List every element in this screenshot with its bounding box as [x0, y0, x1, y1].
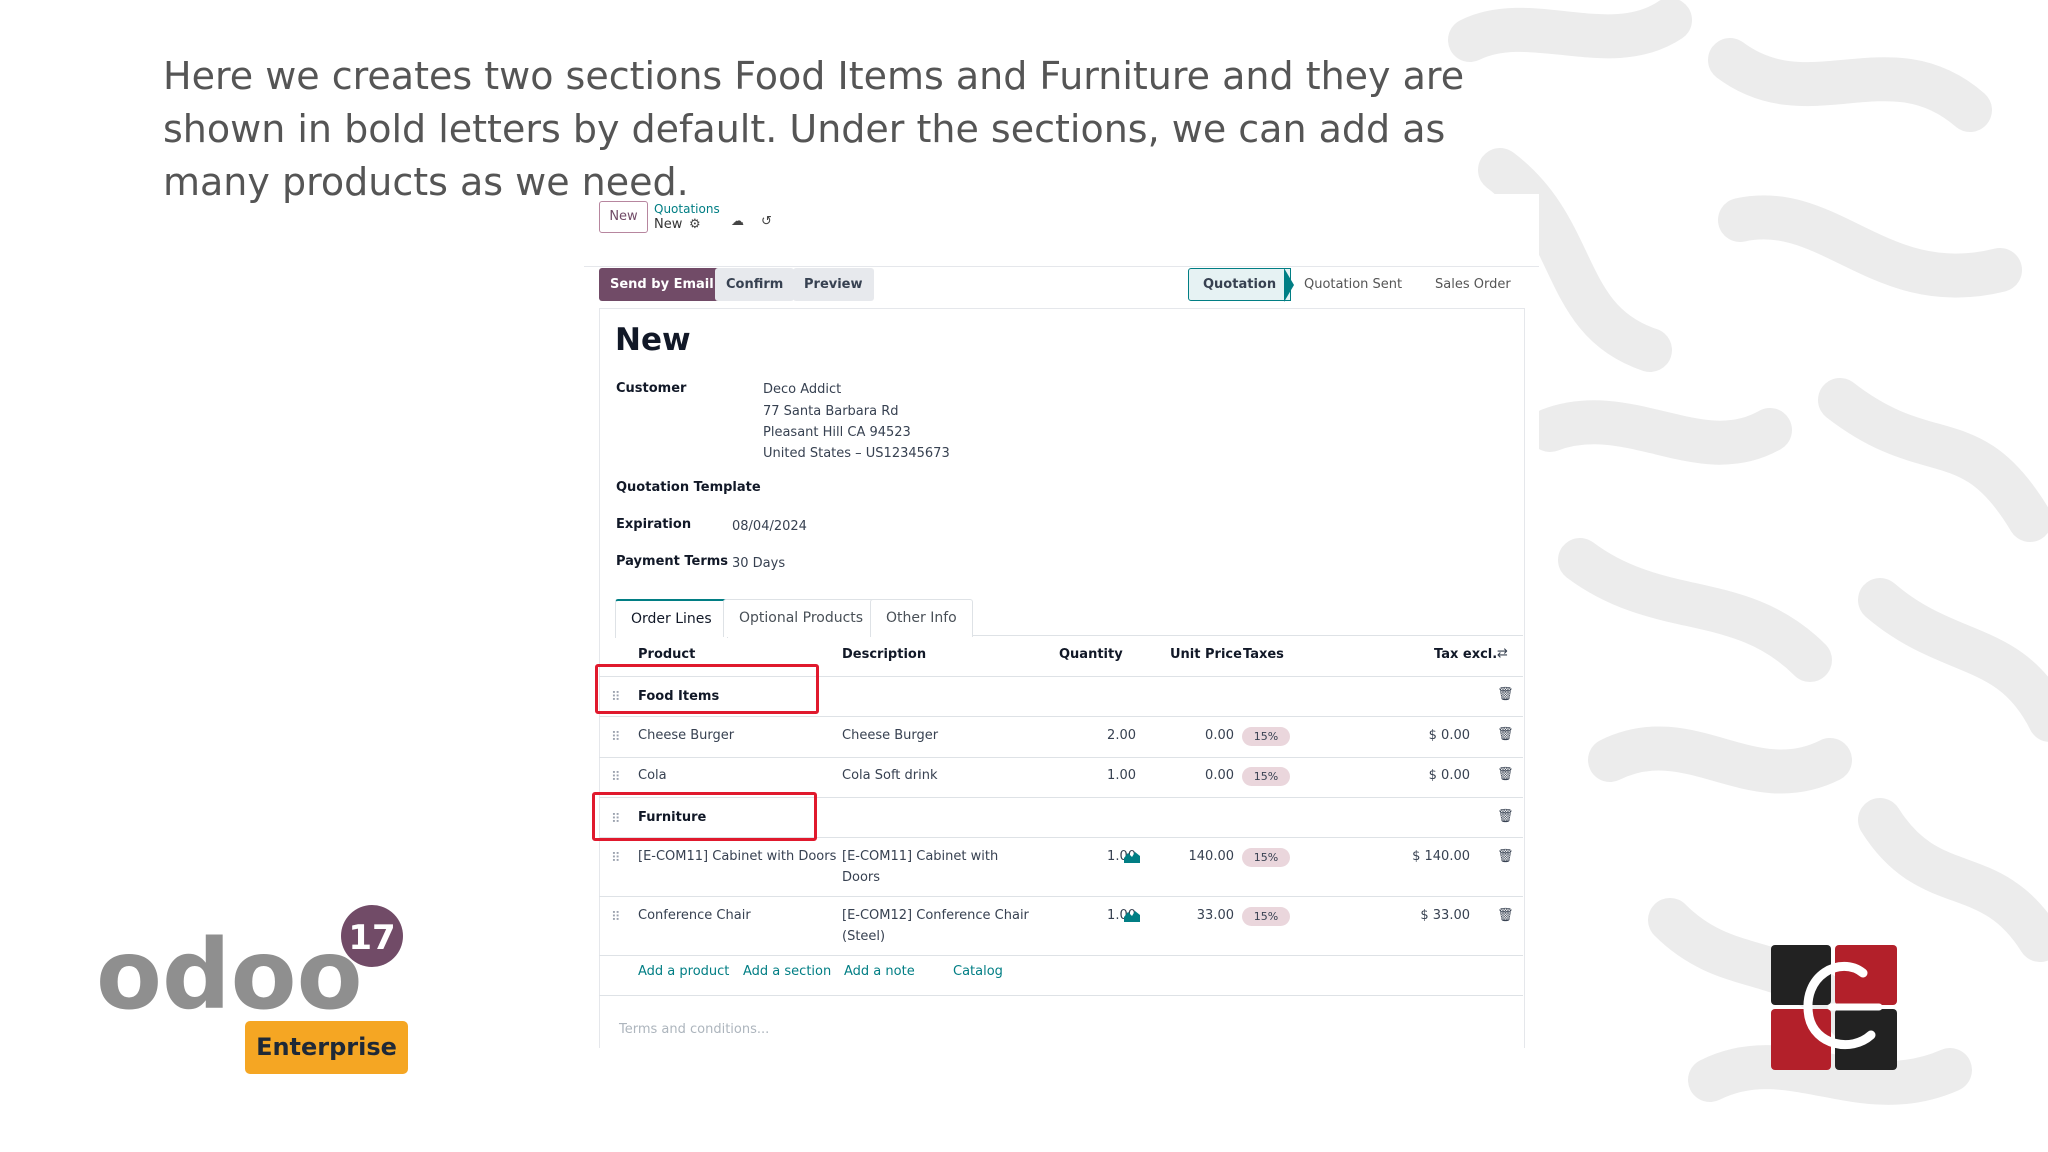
tab-optional-products[interactable]: Optional Products: [723, 599, 880, 637]
line-subtotal: $ 140.00: [1412, 849, 1470, 864]
trash-icon[interactable]: 🗑: [1497, 849, 1514, 864]
line-product[interactable]: Cola: [638, 765, 667, 786]
terms-conditions-field[interactable]: Terms and conditions...: [619, 1022, 769, 1037]
stage-sales-order[interactable]: Sales Order: [1435, 268, 1511, 301]
column-description[interactable]: Description: [842, 647, 926, 662]
expiration-label: Expiration: [616, 517, 692, 532]
column-product[interactable]: Product: [638, 647, 695, 662]
record-title: New: [615, 322, 691, 358]
column-tax-excl[interactable]: Tax excl.: [1434, 647, 1497, 662]
tax-badge[interactable]: 15%: [1242, 848, 1290, 867]
line-quantity[interactable]: 1.00: [1064, 765, 1136, 786]
row-divider: [599, 995, 1523, 996]
customer-name[interactable]: Deco Addict: [763, 382, 841, 397]
odoo-quotation-screenshot: New Quotations New ⚙ ☁ ↺ Send by Email C…: [584, 194, 1539, 1048]
line-product[interactable]: Cheese Burger: [638, 725, 734, 746]
line-description[interactable]: [E-COM11] Cabinet with: [842, 846, 998, 867]
row-divider: [599, 896, 1523, 897]
tax-badge[interactable]: 15%: [1242, 907, 1290, 926]
preview-button[interactable]: Preview: [793, 268, 874, 301]
line-subtotal: $ 33.00: [1420, 908, 1470, 923]
row-divider: [599, 757, 1523, 758]
trash-icon[interactable]: 🗑: [1497, 767, 1514, 782]
row-divider: [599, 716, 1523, 717]
gear-icon[interactable]: ⚙: [689, 217, 701, 232]
confirm-button[interactable]: Confirm: [715, 268, 795, 301]
odoo-logo: odoo 17: [96, 905, 403, 1010]
drag-handle-icon[interactable]: ⠿: [611, 910, 621, 925]
stage-quotation-sent[interactable]: Quotation Sent: [1304, 268, 1402, 301]
catalog-link[interactable]: Catalog: [953, 964, 1003, 979]
tab-order-lines[interactable]: Order Lines: [615, 599, 728, 638]
stage-arrow: [1284, 268, 1294, 302]
quotation-template-label: Quotation Template: [616, 480, 761, 495]
line-unit-price[interactable]: 0.00: [1170, 765, 1234, 786]
line-description-cont: Doors: [842, 870, 881, 885]
payment-terms-label: Payment Terms: [616, 554, 729, 569]
drag-handle-icon[interactable]: ⠿: [611, 851, 621, 866]
stage-quotation[interactable]: Quotation: [1188, 268, 1292, 301]
expiration-field[interactable]: 08/04/2024: [732, 519, 807, 534]
company-logo: [1771, 945, 1897, 1070]
line-product[interactable]: [E-COM11] Cabinet with Doors: [638, 846, 836, 867]
breadcrumb-current: New: [654, 217, 683, 232]
column-unit-price[interactable]: Unit Price: [1170, 647, 1242, 662]
odoo-wordmark: odoo: [96, 919, 363, 1010]
customer-street: 77 Santa Barbara Rd: [763, 404, 899, 419]
line-product[interactable]: Conference Chair: [638, 905, 751, 926]
line-unit-price[interactable]: 33.00: [1170, 905, 1234, 926]
line-description-cont: (Steel): [842, 929, 886, 944]
trash-icon[interactable]: 🗑: [1497, 908, 1514, 923]
version-number: 17: [348, 918, 395, 958]
slide-caption: Here we creates two sections Food Items …: [163, 54, 1465, 204]
enterprise-badge: Enterprise: [245, 1021, 408, 1074]
undo-icon[interactable]: ↺: [761, 214, 772, 229]
highlight-food-items: [595, 664, 819, 714]
drag-handle-icon[interactable]: ⠿: [611, 730, 621, 745]
line-subtotal: $ 0.00: [1428, 768, 1470, 783]
line-unit-price[interactable]: 140.00: [1170, 846, 1235, 867]
trash-icon[interactable]: 🗑: [1497, 687, 1514, 702]
add-section-link[interactable]: Add a section: [743, 964, 831, 979]
column-taxes[interactable]: Taxes: [1243, 647, 1284, 662]
payment-terms-field[interactable]: 30 Days: [732, 556, 785, 571]
tax-badge[interactable]: 15%: [1242, 767, 1290, 786]
highlight-furniture: [592, 792, 817, 841]
add-note-link[interactable]: Add a note: [844, 964, 915, 979]
drag-handle-icon[interactable]: ⠿: [611, 770, 621, 785]
cloud-upload-icon[interactable]: ☁: [731, 214, 744, 229]
customer-label: Customer: [616, 381, 687, 396]
line-quantity[interactable]: 2.00: [1064, 725, 1136, 746]
trash-icon[interactable]: 🗑: [1497, 809, 1514, 824]
line-description[interactable]: Cola Soft drink: [842, 765, 938, 786]
customer-country: United States – US12345673: [763, 446, 950, 461]
line-description[interactable]: [E-COM12] Conference Chair: [842, 905, 1029, 926]
customer-city: Pleasant Hill CA 94523: [763, 425, 911, 440]
line-unit-price[interactable]: 0.00: [1170, 725, 1234, 746]
trash-icon[interactable]: 🗑: [1497, 727, 1514, 742]
chart-icon[interactable]: [1124, 850, 1140, 863]
send-by-email-button[interactable]: Send by Email: [599, 268, 725, 301]
column-quantity[interactable]: Quantity: [1059, 647, 1123, 662]
row-divider: [599, 955, 1523, 956]
tab-other-info[interactable]: Other Info: [870, 599, 973, 637]
line-description[interactable]: Cheese Burger: [842, 725, 938, 746]
line-subtotal: $ 0.00: [1428, 728, 1470, 743]
tax-badge[interactable]: 15%: [1242, 727, 1290, 746]
add-product-link[interactable]: Add a product: [638, 964, 729, 979]
chart-icon[interactable]: [1124, 909, 1140, 922]
control-panel-divider: [584, 266, 1539, 267]
adjust-columns-icon[interactable]: ⇄: [1497, 646, 1508, 661]
